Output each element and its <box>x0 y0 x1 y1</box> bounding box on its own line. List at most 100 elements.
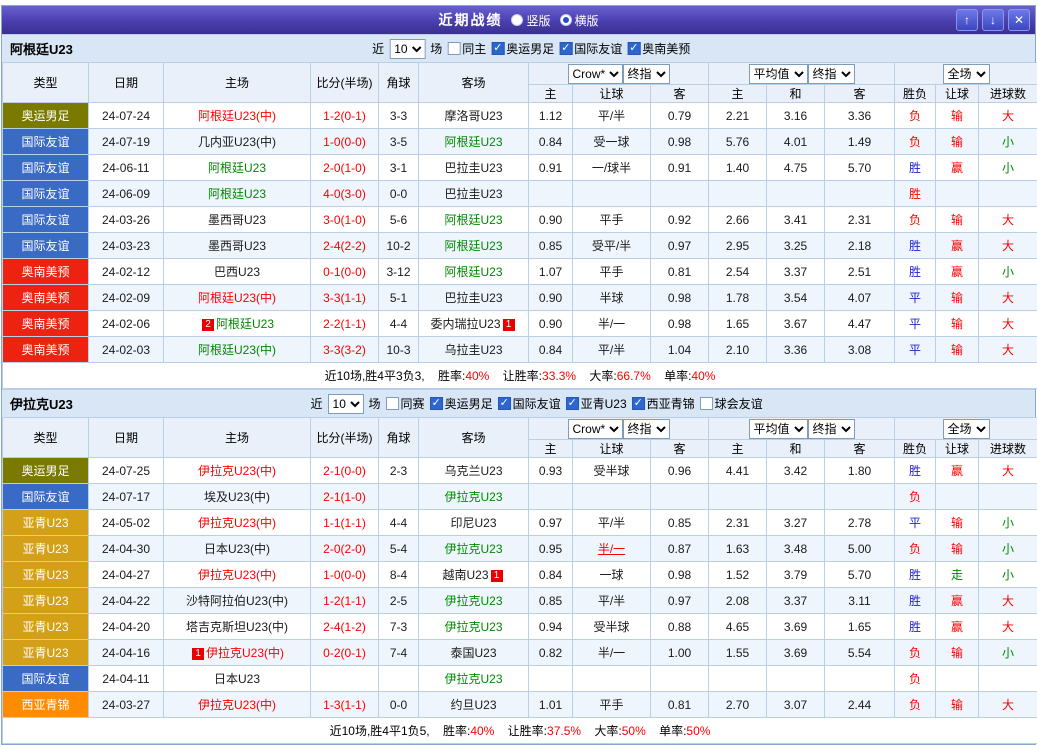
home-team-cell: 日本U23(中) <box>164 536 311 562</box>
team-label: 巴拉圭U23 <box>444 291 502 305</box>
odds-cell: 0.91 <box>529 155 573 181</box>
match-type-cell: 亚青U23 <box>3 536 89 562</box>
summary-stat-value: 50% <box>622 724 646 738</box>
checkbox-icon[interactable] <box>447 42 460 55</box>
handicap-result-cell: 输 <box>936 692 979 718</box>
team-label: 日本U23(中) <box>204 542 270 556</box>
filter-checkbox-option[interactable]: 奥南美预 <box>627 40 690 57</box>
summary-stat-label: 让胜率: <box>499 369 542 383</box>
checkbox-label: 奥南美预 <box>642 40 690 57</box>
match-count-select[interactable]: 10 <box>389 39 425 59</box>
checkbox-icon[interactable] <box>498 397 511 410</box>
radio-unchecked-icon[interactable] <box>511 14 523 26</box>
summary-stat-value: 37.5% <box>547 724 581 738</box>
layout-option-vertical[interactable]: 竖版 <box>511 12 550 29</box>
filter-checkbox-option[interactable]: 同主 <box>447 40 486 57</box>
away-team-cell: 阿根廷U23 <box>419 233 529 259</box>
date-cell: 24-07-19 <box>89 129 164 155</box>
scroll-down-button[interactable]: ↓ <box>982 9 1004 31</box>
team-label: 伊拉克U23 <box>444 594 502 608</box>
filter-checkbox-option[interactable]: 亚青U23 <box>566 395 627 412</box>
final-odds-select[interactable]: 终指 <box>623 64 670 84</box>
odds-cell <box>651 181 709 207</box>
odds-cell: 2.54 <box>709 259 767 285</box>
filter-checkbox-option[interactable]: 国际友谊 <box>559 40 622 57</box>
date-cell: 24-04-27 <box>89 562 164 588</box>
odds-cell: 0.98 <box>651 285 709 311</box>
team-label: 阿根廷U23(中) <box>198 109 276 123</box>
sub-column-header: 进球数 <box>979 440 1037 458</box>
scroll-up-button[interactable]: ↑ <box>956 9 978 31</box>
match-type-cell: 西亚青锦 <box>3 692 89 718</box>
team-label: 阿根廷U23 <box>444 239 502 253</box>
score-cell: 1-1(1-1) <box>311 510 379 536</box>
odds-cell: 0.90 <box>529 311 573 337</box>
handicap-result-cell: 赢 <box>936 155 979 181</box>
odds-cell: 0.90 <box>529 207 573 233</box>
team-label: 阿根廷U23 <box>444 213 502 227</box>
corner-cell: 10-3 <box>379 337 419 363</box>
odds-cell: 受半球 <box>573 458 651 484</box>
handicap-result-cell: 输 <box>936 536 979 562</box>
date-cell: 24-04-16 <box>89 640 164 666</box>
euro-odds-header: 平均值终指 <box>709 418 895 440</box>
final-odds-select[interactable]: 终指 <box>808 419 855 439</box>
checkbox-icon[interactable] <box>559 42 572 55</box>
home-team-cell: 几内亚U23(中) <box>164 129 311 155</box>
team-label: 乌拉圭U23 <box>444 343 502 357</box>
corner-cell: 2-3 <box>379 458 419 484</box>
odds-cell: 2.44 <box>825 692 895 718</box>
odds-cell: 1.80 <box>825 458 895 484</box>
team-label: 阿根廷U23 <box>444 265 502 279</box>
filter-checkbox-option[interactable]: 奥运男足 <box>430 395 493 412</box>
close-button[interactable]: ✕ <box>1008 9 1030 31</box>
odds-cell: 一/球半 <box>573 155 651 181</box>
bookmaker-select[interactable]: Crow* <box>568 64 623 84</box>
filter-checkbox-option[interactable]: 同赛 <box>386 395 425 412</box>
results-table: 类型日期主场比分(半场)角球客场Crow*终指平均值终指全场主让球客主和客胜负让… <box>2 417 1037 744</box>
odds-cell <box>767 484 825 510</box>
layout-option-horizontal[interactable]: 横版 <box>560 12 599 29</box>
corner-cell: 0-0 <box>379 692 419 718</box>
corner-cell: 3-5 <box>379 129 419 155</box>
filter-checkbox-option[interactable]: 球会友谊 <box>700 395 763 412</box>
odds-cell: 0.92 <box>651 207 709 233</box>
checkbox-icon[interactable] <box>632 397 645 410</box>
result-cell: 平 <box>895 510 936 536</box>
away-team-cell: 巴拉圭U23 <box>419 285 529 311</box>
odds-cell <box>767 181 825 207</box>
match-type-cell: 亚青U23 <box>3 510 89 536</box>
sub-column-header: 让球 <box>573 85 651 103</box>
filter-checkbox-option[interactable]: 奥运男足 <box>491 40 554 57</box>
final-odds-select[interactable]: 终指 <box>623 419 670 439</box>
checkbox-icon[interactable] <box>566 397 579 410</box>
average-odds-select[interactable]: 平均值 <box>749 419 808 439</box>
result-cell: 胜 <box>895 588 936 614</box>
checkbox-icon[interactable] <box>491 42 504 55</box>
sub-column-header: 主 <box>529 440 573 458</box>
corner-cell: 10-2 <box>379 233 419 259</box>
filter-checkbox-option[interactable]: 西亚青锦 <box>632 395 695 412</box>
final-odds-select[interactable]: 终指 <box>808 64 855 84</box>
odds-cell: 0.81 <box>651 692 709 718</box>
filter-checkbox-option[interactable]: 国际友谊 <box>498 395 561 412</box>
period-select[interactable]: 全场 <box>943 64 990 84</box>
period-select[interactable]: 全场 <box>943 419 990 439</box>
column-header: 比分(半场) <box>311 418 379 458</box>
odds-cell: 4.01 <box>767 129 825 155</box>
average-odds-select[interactable]: 平均值 <box>749 64 808 84</box>
checkbox-icon[interactable] <box>627 42 640 55</box>
radio-checked-icon[interactable] <box>560 14 572 26</box>
odds-cell: 5.70 <box>825 562 895 588</box>
odds-cell: 1.07 <box>529 259 573 285</box>
match-type-cell: 国际友谊 <box>3 484 89 510</box>
checkbox-icon[interactable] <box>386 397 399 410</box>
bookmaker-select[interactable]: Crow* <box>568 419 623 439</box>
team-label: 乌克兰U23 <box>444 464 502 478</box>
checkbox-icon[interactable] <box>700 397 713 410</box>
home-team-cell: 阿根廷U23 <box>164 181 311 207</box>
checkbox-icon[interactable] <box>430 397 443 410</box>
match-count-select[interactable]: 10 <box>328 394 364 414</box>
summary-cell: 近10场,胜4平1负5, 胜率:40% 让胜率:37.5% 大率:50% 单率:… <box>3 718 1037 744</box>
match-row: 国际友谊24-03-26墨西哥U233-0(1-0)5-6阿根廷U230.90平… <box>3 207 1037 233</box>
